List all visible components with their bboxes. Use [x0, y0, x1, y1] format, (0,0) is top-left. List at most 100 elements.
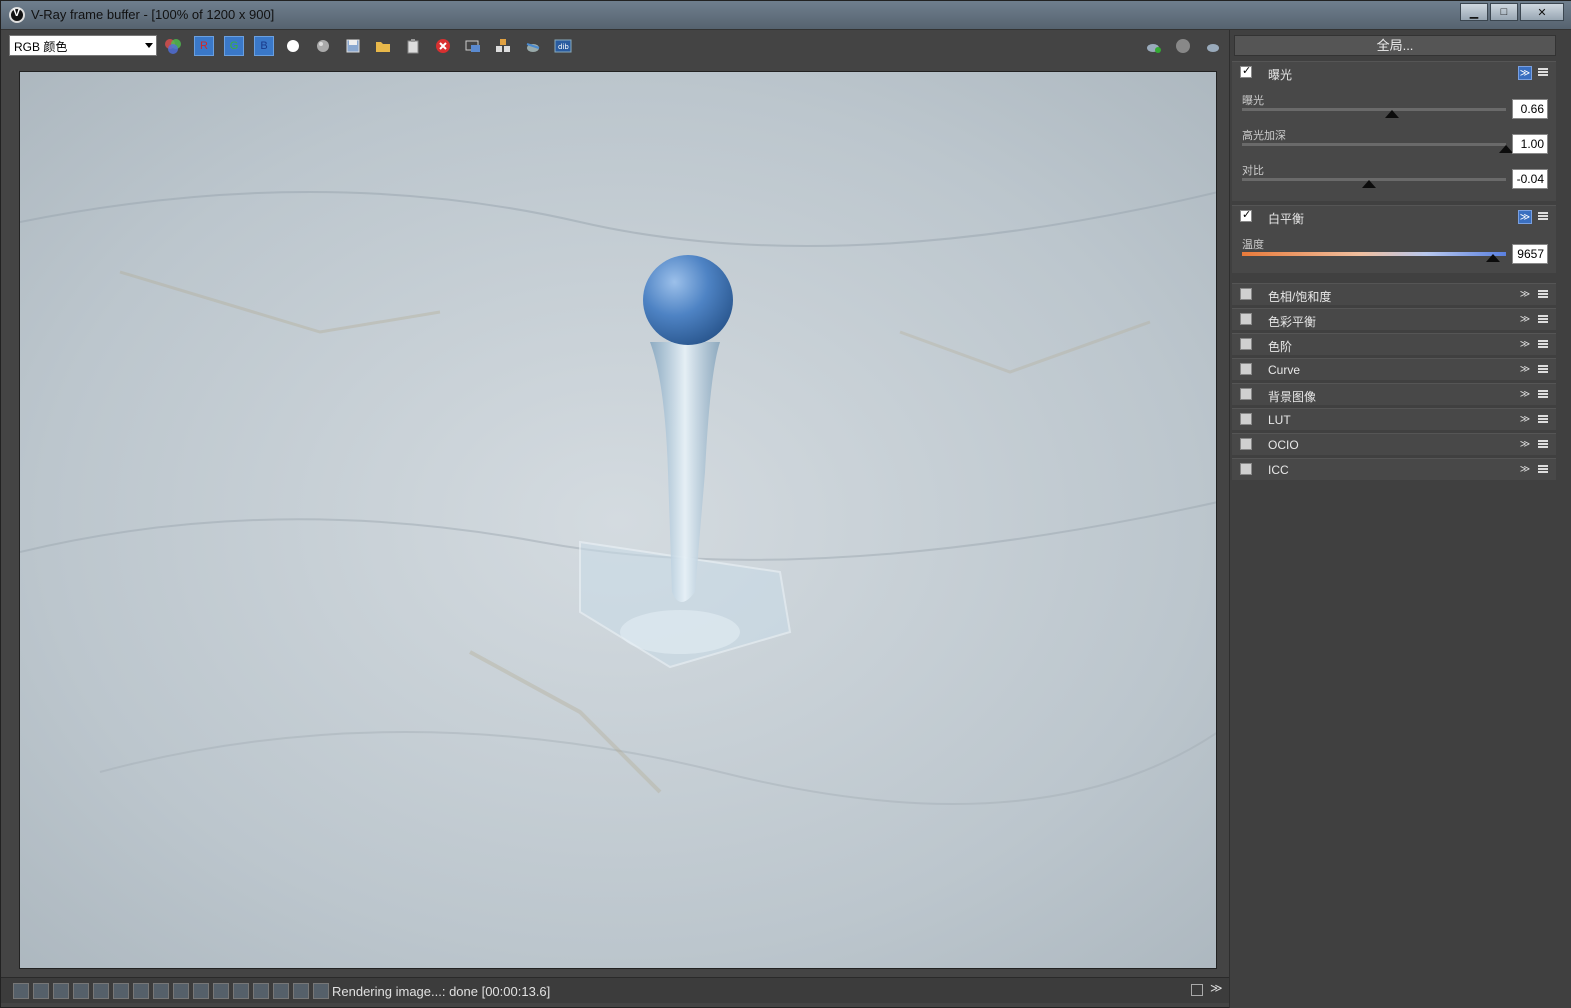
white-balance-checkbox[interactable]: [1240, 208, 1252, 222]
color-channels-icon[interactable]: [163, 36, 183, 56]
menu-icon[interactable]: [1538, 440, 1548, 448]
save-icon[interactable]: [343, 36, 363, 56]
expand-icon[interactable]: ≫: [1518, 313, 1532, 327]
highlight-burn-value-field[interactable]: 1.00: [1512, 134, 1548, 154]
clipboard-icon[interactable]: [403, 36, 423, 56]
slider-track[interactable]: [1242, 108, 1506, 111]
rollout-title: 白平衡: [1268, 212, 1305, 226]
temperature-track[interactable]: [1242, 252, 1506, 256]
status-tool-icon[interactable]: [93, 983, 109, 999]
rollout-checkbox[interactable]: [1240, 363, 1252, 375]
exposure-value-field[interactable]: 0.66: [1512, 99, 1548, 119]
menu-icon[interactable]: [1538, 315, 1548, 323]
rollout-title: Curve: [1268, 363, 1301, 377]
render-viewport[interactable]: [19, 71, 1217, 969]
rollout-checkbox[interactable]: [1240, 438, 1252, 450]
render-teapot-icon[interactable]: [1143, 36, 1163, 56]
teapot-icon[interactable]: [1203, 36, 1223, 56]
slider-thumb[interactable]: [1361, 180, 1376, 188]
status-tool-icon[interactable]: [193, 983, 209, 999]
menu-icon[interactable]: [1538, 68, 1548, 76]
menu-icon[interactable]: [1538, 465, 1548, 473]
status-tool-icon[interactable]: [33, 983, 49, 999]
status-tool-icon[interactable]: [293, 983, 309, 999]
expand-icon[interactable]: ≫: [1518, 463, 1532, 477]
status-tool-icon[interactable]: [153, 983, 169, 999]
menu-icon[interactable]: [1538, 212, 1548, 220]
global-button[interactable]: 全局...: [1234, 35, 1556, 56]
ipr-icon[interactable]: [1173, 36, 1193, 56]
exposure-checkbox[interactable]: [1240, 64, 1252, 78]
title-bar: V-Ray frame buffer - [100% of 1200 x 900…: [1, 1, 1571, 30]
status-tool-icon[interactable]: [273, 983, 289, 999]
curve-icon[interactable]: [213, 983, 229, 999]
status-bar: Rendering image...: done [00:00:13.6] ≫: [1, 977, 1229, 1003]
slider-thumb[interactable]: [1385, 110, 1400, 118]
expand-icon[interactable]: ≫: [1518, 288, 1532, 302]
status-tool-icon[interactable]: [13, 983, 29, 999]
highlight-burn-slider[interactable]: 高光加深: [1242, 127, 1513, 153]
contrast-value-field[interactable]: -0.04: [1512, 169, 1548, 189]
chevron-down-icon: [145, 43, 153, 48]
region-render-icon[interactable]: [463, 36, 483, 56]
bucket-order-icon[interactable]: [493, 36, 513, 56]
maximize-button[interactable]: □: [1490, 3, 1518, 21]
status-tool-icon[interactable]: [113, 983, 129, 999]
expand-down-icon[interactable]: ≫: [1210, 981, 1223, 995]
contrast-slider[interactable]: 对比: [1242, 162, 1510, 188]
rollout-checkbox[interactable]: [1240, 413, 1252, 425]
collapse-icon[interactable]: ≫: [1518, 66, 1532, 80]
slider-thumb[interactable]: [1485, 254, 1500, 262]
info-icon[interactable]: [53, 983, 69, 999]
menu-icon[interactable]: [1538, 340, 1548, 348]
rollout-title: 色相/饱和度: [1268, 290, 1332, 304]
rollout-collapsed: OCIO ≫: [1232, 433, 1556, 455]
rollout-title: ICC: [1268, 463, 1289, 477]
rollout-checkbox[interactable]: [1240, 463, 1252, 475]
rollout-checkbox[interactable]: [1240, 288, 1252, 300]
slider-thumb[interactable]: [1499, 145, 1513, 153]
window-title: V-Ray frame buffer - [100% of 1200 x 900…: [31, 7, 275, 22]
status-tool-icon[interactable]: [313, 983, 329, 999]
minimize-button[interactable]: ▁: [1460, 3, 1488, 21]
color-picker-icon[interactable]: [73, 983, 89, 999]
status-tool-icon[interactable]: [173, 983, 189, 999]
status-tool-icon[interactable]: [253, 983, 269, 999]
slider-label: 高光加深: [1242, 130, 1286, 142]
expand-icon[interactable]: ≫: [1518, 388, 1532, 402]
histogram-icon[interactable]: [133, 983, 149, 999]
expand-icon[interactable]: ≫: [1518, 363, 1532, 377]
channel-select[interactable]: RGB 颜色: [9, 35, 157, 56]
panel-toggle-icon[interactable]: [1191, 984, 1203, 996]
temperature-value-field[interactable]: 9657: [1512, 244, 1548, 264]
menu-icon[interactable]: [1538, 365, 1548, 373]
expand-icon[interactable]: ≫: [1518, 338, 1532, 352]
expand-icon[interactable]: ≫: [1518, 438, 1532, 452]
rollout-title: LUT: [1268, 413, 1291, 427]
expand-icon[interactable]: ≫: [1518, 413, 1532, 427]
rollout-checkbox[interactable]: [1240, 313, 1252, 325]
teapot-render-icon[interactable]: [523, 36, 543, 56]
menu-icon[interactable]: [1538, 290, 1548, 298]
menu-icon[interactable]: [1538, 390, 1548, 398]
alpha-circle-icon[interactable]: [313, 36, 333, 56]
menu-icon[interactable]: [1538, 415, 1548, 423]
slider-track[interactable]: [1242, 143, 1506, 146]
green-channel-button[interactable]: G: [224, 36, 244, 56]
rollout-collapsed: ICC ≫: [1232, 458, 1556, 480]
rollout-checkbox[interactable]: [1240, 338, 1252, 350]
blue-channel-button[interactable]: B: [254, 36, 274, 56]
rollout-checkbox[interactable]: [1240, 388, 1252, 400]
status-tool-icon[interactable]: [233, 983, 249, 999]
rollout-title: OCIO: [1268, 438, 1299, 452]
close-button[interactable]: ✕: [1520, 3, 1564, 21]
exposure-slider[interactable]: 曝光: [1242, 92, 1510, 118]
rendered-image: [20, 72, 1216, 968]
lens-effects-icon[interactable]: dib: [553, 36, 573, 56]
red-channel-button[interactable]: R: [194, 36, 214, 56]
collapse-icon[interactable]: ≫: [1518, 210, 1532, 224]
clear-icon[interactable]: [433, 36, 453, 56]
temperature-slider[interactable]: 温度: [1242, 236, 1510, 262]
white-circle-icon[interactable]: [283, 36, 303, 56]
open-folder-icon[interactable]: [373, 36, 393, 56]
